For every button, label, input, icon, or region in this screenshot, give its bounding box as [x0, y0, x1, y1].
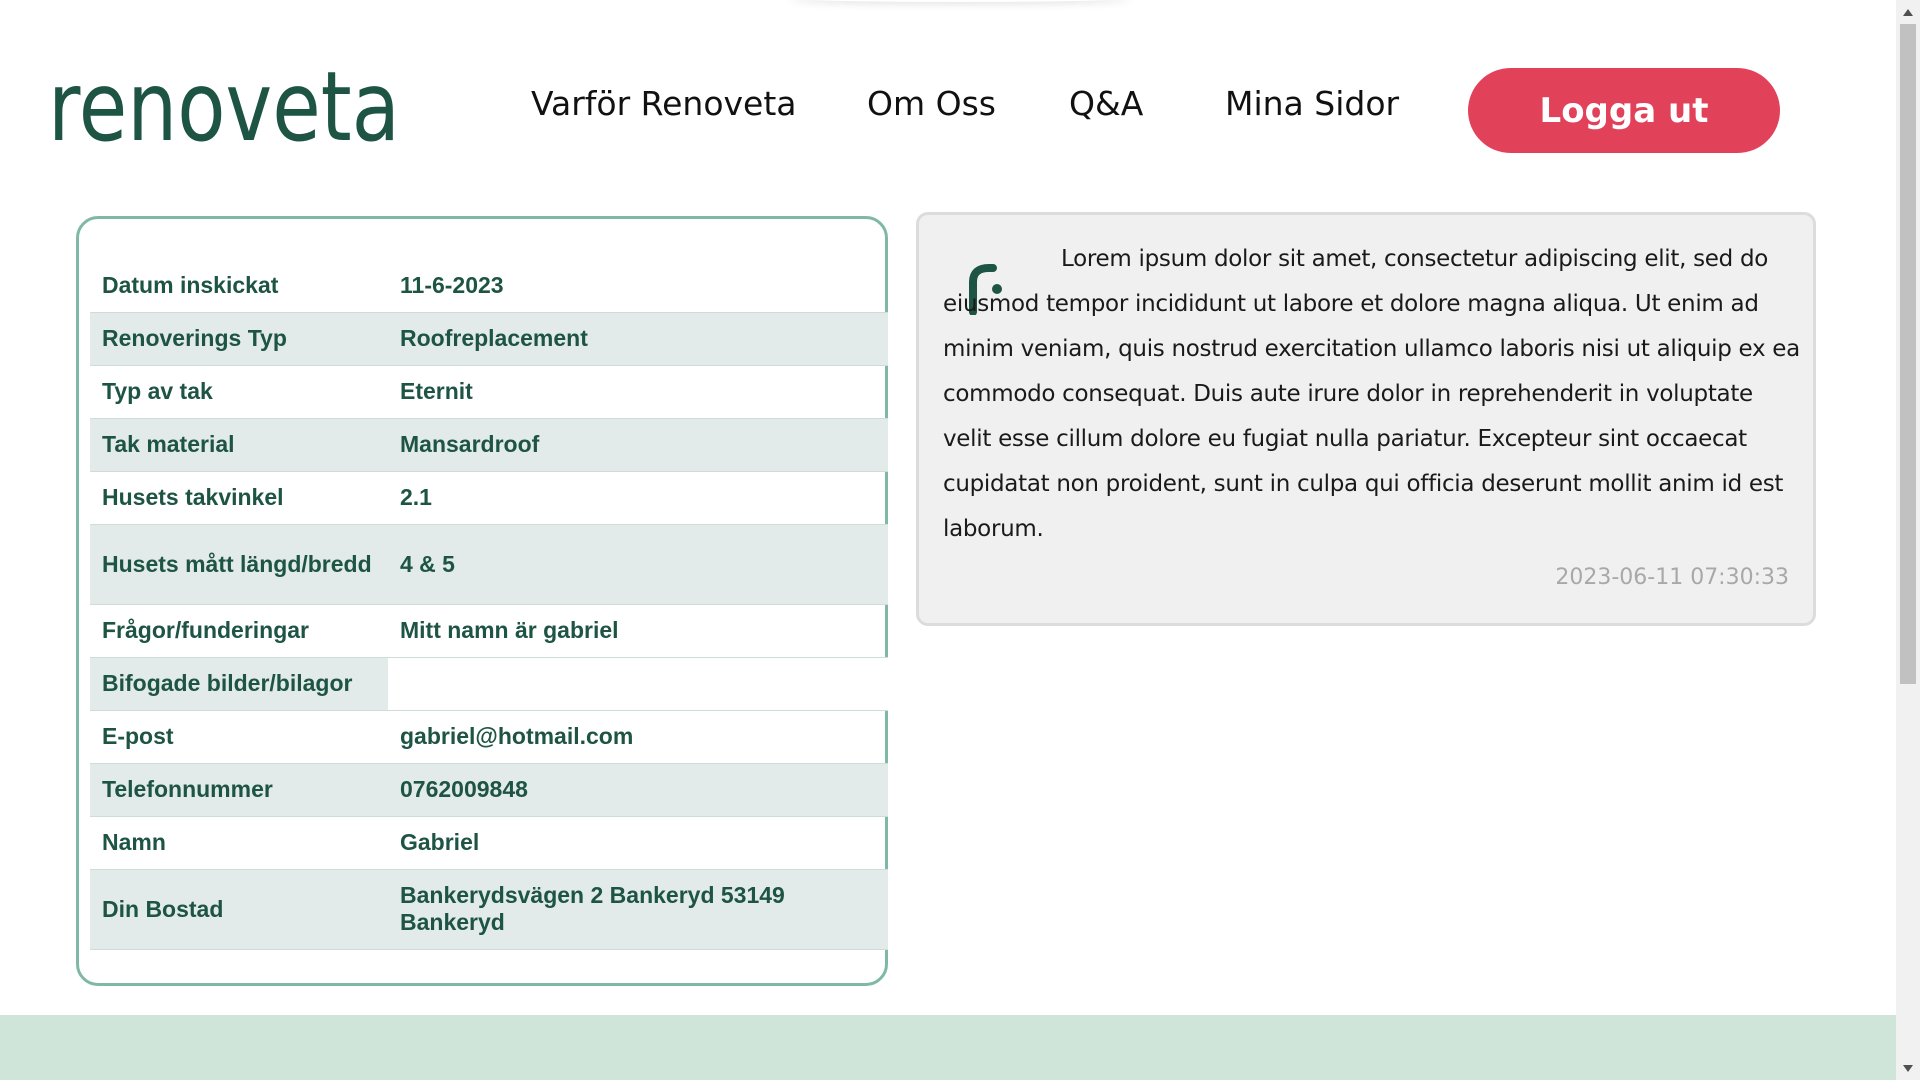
- message-card: Lorem ipsum dolor sit amet, consectetur …: [916, 212, 1816, 626]
- vertical-scrollbar[interactable]: [1896, 0, 1920, 1080]
- row-label: Typ av tak: [90, 365, 388, 419]
- scrollbar-thumb[interactable]: [1900, 24, 1916, 684]
- nav-link-my-pages[interactable]: Mina Sidor: [1225, 84, 1399, 123]
- footer-band: [0, 1015, 1896, 1080]
- table-row: Frågor/funderingar Mitt namn är gabriel: [90, 604, 888, 658]
- message-body: Lorem ipsum dolor sit amet, consectetur …: [943, 237, 1803, 552]
- row-label: Frågor/funderingar: [90, 604, 388, 658]
- row-label: Tak material: [90, 418, 388, 472]
- logo-graphic: renoveta: [48, 60, 400, 155]
- row-value: Gabriel: [388, 816, 888, 870]
- table-row: Telefonnummer 0762009848: [90, 763, 888, 817]
- top-shadow: [790, 0, 1130, 2]
- table-row: Bifogade bilder/bilagor: [90, 657, 888, 711]
- request-details-table: Datum inskickat 11-6-2023 Renoverings Ty…: [90, 259, 888, 950]
- row-value: Mansardroof: [388, 418, 888, 472]
- nav-link-qa[interactable]: Q&A: [1069, 84, 1143, 123]
- table-row: Tak material Mansardroof: [90, 418, 888, 472]
- row-value: 11-6-2023: [388, 259, 888, 313]
- table-row: Husets takvinkel 2.1: [90, 471, 888, 525]
- nav-link-about-us[interactable]: Om Oss: [867, 84, 996, 123]
- row-label: Telefonnummer: [90, 763, 388, 817]
- row-value: Mitt namn är gabriel: [388, 604, 888, 658]
- row-value: Eternit: [388, 365, 888, 419]
- row-value: 0762009848: [388, 763, 888, 817]
- row-value: 2.1: [388, 471, 888, 525]
- row-label: Datum inskickat: [90, 259, 388, 313]
- request-details-card: Datum inskickat 11-6-2023 Renoverings Ty…: [76, 216, 888, 986]
- message-timestamp: 2023-06-11 07:30:33: [1555, 565, 1789, 590]
- logout-button[interactable]: Logga ut: [1468, 68, 1780, 153]
- logo-text: renoveta: [48, 60, 400, 155]
- table-row: Renoverings Typ Roofreplacement: [90, 312, 888, 366]
- table-row: Namn Gabriel: [90, 816, 888, 870]
- row-label: Renoverings Typ: [90, 312, 388, 366]
- row-label: E-post: [90, 710, 388, 764]
- table-row: Datum inskickat 11-6-2023: [90, 259, 888, 313]
- message-text: Lorem ipsum dolor sit amet, consectetur …: [943, 246, 1800, 542]
- row-label: Namn: [90, 816, 388, 870]
- row-value: Roofreplacement: [388, 312, 888, 366]
- row-value: Bankerydsvägen 2 Bankeryd 53149 Bankeryd: [388, 869, 888, 950]
- table-row: E-post gabriel@hotmail.com: [90, 710, 888, 764]
- nav-link-why-renoveta[interactable]: Varför Renoveta: [531, 84, 797, 123]
- table-row: Husets mått längd/bredd 4 & 5: [90, 524, 888, 605]
- scroll-down-arrow-icon[interactable]: [1896, 1058, 1920, 1078]
- scroll-up-arrow-icon[interactable]: [1896, 2, 1920, 22]
- page: renoveta Varför Renoveta Om Oss Q&A Mina…: [0, 0, 1896, 1080]
- row-label: Bifogade bilder/bilagor: [90, 657, 388, 711]
- row-label: Husets mått längd/bredd: [90, 524, 388, 605]
- table-row: Din Bostad Bankerydsvägen 2 Bankeryd 531…: [90, 869, 888, 950]
- row-value: 4 & 5: [388, 524, 888, 605]
- row-label: Din Bostad: [90, 869, 388, 950]
- renoveta-logo[interactable]: renoveta: [48, 60, 403, 155]
- table-row: Typ av tak Eternit: [90, 365, 888, 419]
- row-value: gabriel@hotmail.com: [388, 710, 888, 764]
- row-label: Husets takvinkel: [90, 471, 388, 525]
- attachments-value: [388, 657, 888, 711]
